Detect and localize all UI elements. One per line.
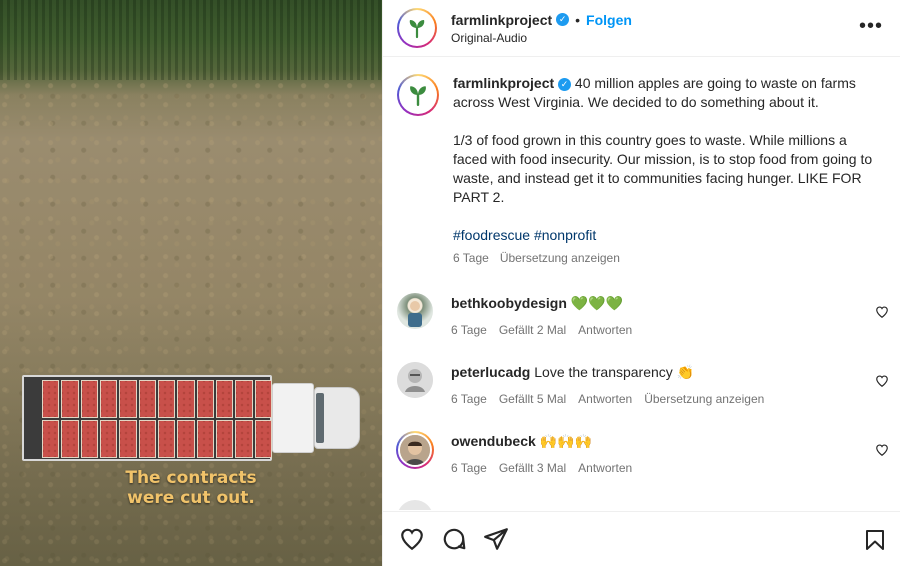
crate xyxy=(42,420,60,458)
avatar[interactable] xyxy=(397,500,433,510)
crate xyxy=(216,420,234,458)
comment-username[interactable]: owendubeck xyxy=(451,433,536,449)
leaf-icon xyxy=(410,86,426,107)
crate xyxy=(42,380,60,418)
avatar[interactable] xyxy=(397,293,433,329)
comment-text: Love the transparency 👏 xyxy=(534,364,695,380)
comment-age[interactable]: 6 Tage xyxy=(451,459,487,478)
follow-button[interactable]: Folgen xyxy=(586,12,632,28)
leaf-icon xyxy=(409,20,425,39)
verified-icon: ✓ xyxy=(556,13,570,26)
apple-crates xyxy=(42,380,272,458)
farmlink-logo xyxy=(401,12,433,44)
header-separator: • xyxy=(575,11,581,28)
comment-username[interactable]: peterlucadg xyxy=(451,364,530,380)
crate xyxy=(138,420,156,458)
crate xyxy=(254,380,272,418)
caption-line-1: The contracts xyxy=(125,468,257,488)
crate xyxy=(100,420,118,458)
hashtag-link[interactable]: #foodrescue xyxy=(453,227,530,243)
action-bar xyxy=(383,511,900,566)
comment-heart-icon[interactable] xyxy=(875,443,889,457)
post-age[interactable]: 6 Tage xyxy=(453,249,489,268)
crate xyxy=(196,420,214,458)
crate xyxy=(216,380,234,418)
share-icon[interactable] xyxy=(483,526,509,552)
crate xyxy=(158,380,176,418)
comment-likes[interactable]: Gefällt 5 Mal xyxy=(499,390,566,409)
comment-item-partial xyxy=(383,500,900,510)
crate xyxy=(119,380,137,418)
truck-image xyxy=(22,375,362,461)
avatar[interactable] xyxy=(397,74,439,116)
truck-trailer xyxy=(22,375,272,461)
audio-label[interactable]: Original-Audio xyxy=(451,31,632,45)
crate xyxy=(61,420,79,458)
reply-button[interactable]: Antworten xyxy=(578,321,632,340)
more-options-icon[interactable]: ••• xyxy=(859,16,883,36)
grass-area xyxy=(0,0,382,80)
comment-item: owendubeck 🙌🙌🙌 6 Tage Gefällt 3 Mal Antw… xyxy=(383,431,900,500)
crate xyxy=(177,380,195,418)
crate xyxy=(100,380,118,418)
truck-cab xyxy=(272,383,362,453)
comment-text: 💚💚💚 xyxy=(570,295,624,311)
caption-line-2: were cut out. xyxy=(127,488,255,508)
hashtag-link[interactable]: #nonprofit xyxy=(534,227,596,243)
comment-username[interactable]: bethkoobydesign xyxy=(451,295,567,311)
comment-heart-icon[interactable] xyxy=(875,374,889,388)
crate xyxy=(158,420,176,458)
comment-icon[interactable] xyxy=(441,526,467,552)
caption-text-2: 1/3 of food grown in this country goes t… xyxy=(453,132,873,205)
crate xyxy=(235,380,253,418)
crate xyxy=(80,420,98,458)
translate-link[interactable]: Übersetzung anzeigen xyxy=(500,249,620,268)
translate-link[interactable]: Übersetzung anzeigen xyxy=(644,390,764,409)
post-caption: farmlinkproject ✓ 40 million apples are … xyxy=(383,58,900,268)
post-header: farmlinkproject ✓ • Folgen Original-Audi… xyxy=(383,0,900,57)
crate xyxy=(196,380,214,418)
comment-age[interactable]: 6 Tage xyxy=(451,321,487,340)
video-caption: The contracts were cut out. xyxy=(0,468,382,508)
comment-text: 🙌🙌🙌 xyxy=(539,433,592,449)
comment-item: bethkoobydesign 💚💚💚 6 Tage Gefällt 2 Mal… xyxy=(383,293,900,362)
crate xyxy=(119,420,137,458)
post-details-panel: farmlinkproject ✓ • Folgen Original-Audi… xyxy=(382,0,900,566)
comment-age[interactable]: 6 Tage xyxy=(451,390,487,409)
bookmark-icon[interactable] xyxy=(863,528,887,552)
crate xyxy=(254,420,272,458)
crate xyxy=(80,380,98,418)
post-modal: The contracts were cut out. farmlinkproj… xyxy=(0,0,900,566)
crate xyxy=(138,380,156,418)
avatar[interactable] xyxy=(397,362,433,398)
reply-button[interactable]: Antworten xyxy=(578,459,632,478)
verified-icon: ✓ xyxy=(558,78,572,91)
post-video[interactable]: The contracts were cut out. xyxy=(0,0,382,566)
reply-button[interactable]: Antworten xyxy=(578,390,632,409)
comment-item: peterlucadg Love the transparency 👏 6 Ta… xyxy=(383,362,900,431)
avatar[interactable] xyxy=(396,431,434,469)
header-username[interactable]: farmlinkproject xyxy=(451,12,552,28)
comments-scroll[interactable]: farmlinkproject ✓ 40 million apples are … xyxy=(383,58,900,510)
comment-likes[interactable]: Gefällt 3 Mal xyxy=(499,459,566,478)
heart-icon[interactable] xyxy=(399,526,425,552)
hashtags: #foodrescue #nonprofit xyxy=(453,226,883,245)
avatar[interactable] xyxy=(397,8,437,48)
comment-likes[interactable]: Gefällt 2 Mal xyxy=(499,321,566,340)
crate xyxy=(61,380,79,418)
crate xyxy=(177,420,195,458)
caption-username[interactable]: farmlinkproject xyxy=(453,75,554,91)
comment-heart-icon[interactable] xyxy=(875,305,889,319)
crate xyxy=(235,420,253,458)
